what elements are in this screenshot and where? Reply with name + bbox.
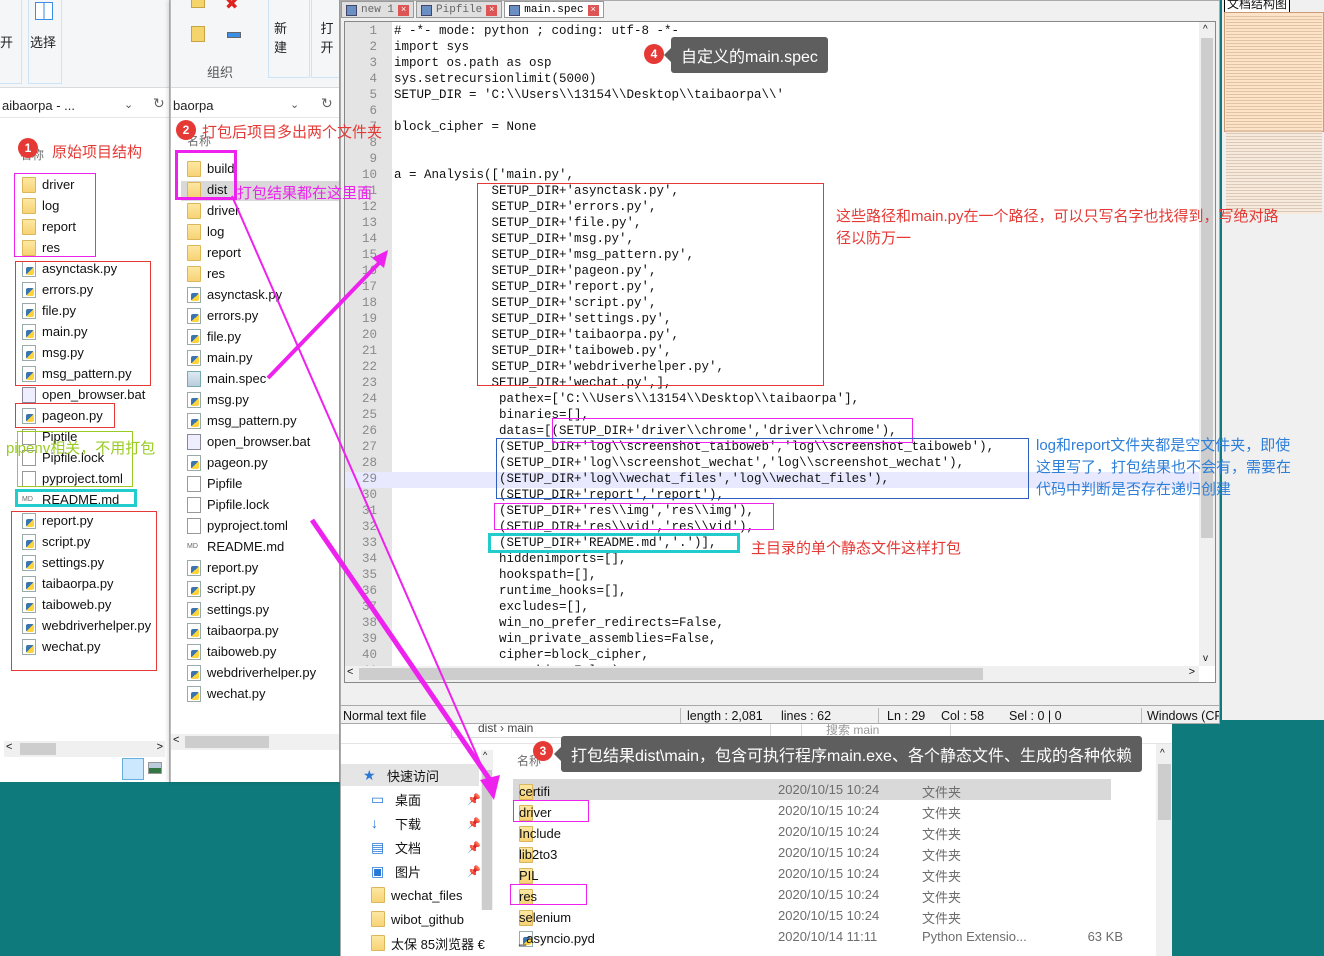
annotation-two-new-folders: 打包后项目多出两个文件夹 <box>202 124 383 141</box>
annotation-custom-spec: 自定义的main.spec <box>664 37 828 73</box>
badge-2: 2 <box>176 120 196 140</box>
annotation-paths-line2: 径以防万一 <box>836 230 912 247</box>
annotation-logreport-line3: 代码中判断是否存在递归创建 <box>1036 481 1232 498</box>
badge-1: 1 <box>18 138 38 158</box>
arrow-dist-to-result <box>231 195 493 791</box>
annotation-dist-result: 打包结果dist\main，包含可执行程序main.exe、各个静态文件、生成的… <box>554 736 1142 772</box>
arrow-spec-to-editor <box>266 260 382 380</box>
badge-3: 3 <box>533 741 553 761</box>
arrow-head-icon <box>480 775 500 800</box>
annotation-logreport-line2: 这里写了，打包结果也不会有，需要在 <box>1036 459 1292 476</box>
annotation-paths-line1: 这些路径和main.py在一个路径，可以只写名字也找得到，写绝对路 <box>836 208 1279 225</box>
annotation-original-structure: 原始项目结构 <box>52 144 143 161</box>
annotation-readme: 主目录的单个静态文件这样打包 <box>751 540 962 557</box>
annotation-pipenv: pipenv相关，不用打包 <box>6 440 156 457</box>
badge-4: 4 <box>644 44 664 64</box>
annotation-logreport-line1: log和report文件夹都是空文件夹，即使 <box>1036 437 1291 454</box>
annotation-result-here: 打包结果都在这里面 <box>237 185 373 202</box>
